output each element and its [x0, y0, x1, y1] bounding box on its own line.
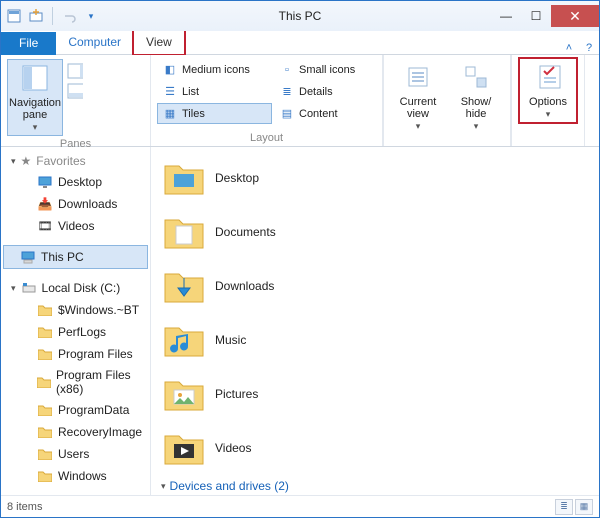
ribbon-view: Navigation pane ▾ Panes ◧Medium icons ▫S… [1, 55, 599, 147]
layout-gallery: ◧Medium icons ▫Small icons ☰List ≣Detail… [157, 59, 376, 124]
show-hide-button[interactable]: Show/ hide▾ [448, 59, 504, 144]
properties-icon[interactable] [5, 7, 23, 25]
layout-group-label: Layout [157, 130, 376, 144]
sidebar-item-programfiles[interactable]: Program Files [1, 343, 150, 365]
options-icon [532, 61, 564, 93]
tile-videos[interactable]: Videos [151, 421, 599, 475]
navigation-pane-icon [19, 62, 51, 94]
layout-content[interactable]: ▤Content [274, 103, 379, 124]
navigation-pane: ▾★ Favorites Desktop 📥Downloads 🎞Videos … [1, 147, 151, 495]
sidebar-item-localdisk[interactable]: ▾Local Disk (C:) [1, 277, 150, 299]
sidebar-item-programfilesx86[interactable]: Program Files (x86) [1, 365, 150, 399]
titlebar: ▾ This PC — ☐ ✕ [1, 1, 599, 31]
maximize-button[interactable]: ☐ [521, 5, 551, 27]
minimize-button[interactable]: — [491, 5, 521, 27]
section-devices-drives[interactable]: ▾Devices and drives (2) [151, 475, 599, 495]
sidebar-item-desktop[interactable]: Desktop [1, 171, 150, 193]
details-pane-button[interactable] [67, 83, 83, 99]
quick-access-toolbar: ▾ [1, 7, 100, 25]
close-button[interactable]: ✕ [551, 5, 599, 27]
sidebar-item-videos-fav[interactable]: 🎞Videos [1, 215, 150, 237]
sidebar-item-windowsbt[interactable]: $Windows.~BT [1, 299, 150, 321]
tile-documents[interactable]: Documents [151, 205, 599, 259]
sidebar-item-favorites[interactable]: ▾★ Favorites [1, 151, 150, 171]
tile-music[interactable]: Music [151, 313, 599, 367]
navigation-pane-button[interactable]: Navigation pane ▾ [7, 59, 63, 136]
ribbon-tabs: File Computer View ˄ ? [1, 31, 599, 55]
current-view-button[interactable]: Current view▾ [390, 59, 446, 144]
tile-desktop[interactable]: Desktop [151, 151, 599, 205]
explorer-window: ▾ This PC — ☐ ✕ File Computer View ˄ ? N… [0, 0, 600, 518]
layout-details[interactable]: ≣Details [274, 81, 379, 102]
status-item-count: 8 items [7, 501, 42, 513]
tile-pictures[interactable]: Pictures [151, 367, 599, 421]
layout-tiles[interactable]: ▦Tiles [157, 103, 272, 124]
layout-medium-icons[interactable]: ◧Medium icons [157, 59, 272, 80]
statusbar-details-view[interactable]: ≣ [555, 499, 573, 515]
content-pane: Desktop Documents Downloads Music Pictur… [151, 147, 599, 495]
sidebar-item-users[interactable]: Users [1, 443, 150, 465]
sidebar-item-recoveryimage[interactable]: RecoveryImage [1, 421, 150, 443]
sort-icon [402, 61, 434, 93]
statusbar-tiles-view[interactable]: ▦ [575, 499, 593, 515]
expand-ribbon-icon[interactable]: ˄ [559, 42, 579, 54]
tab-file[interactable]: File [1, 32, 56, 55]
sidebar-item-windows[interactable]: Windows [1, 465, 150, 487]
panes-group-label: Panes [7, 136, 144, 150]
tile-downloads[interactable]: Downloads [151, 259, 599, 313]
sidebar-item-thispc[interactable]: This PC [3, 245, 148, 269]
sidebar-item-perflogs[interactable]: PerfLogs [1, 321, 150, 343]
tab-computer[interactable]: Computer [56, 31, 133, 54]
status-bar: 8 items ≣ ▦ [1, 495, 599, 517]
qat-dropdown-icon[interactable]: ▾ [82, 7, 100, 25]
new-folder-icon[interactable] [27, 7, 45, 25]
undo-icon[interactable] [60, 7, 78, 25]
sidebar-item-programdata[interactable]: ProgramData [1, 399, 150, 421]
tab-view[interactable]: View [133, 30, 185, 55]
sidebar-item-downloads[interactable]: 📥Downloads [1, 193, 150, 215]
help-icon[interactable]: ? [579, 42, 599, 54]
show-hide-icon [460, 61, 492, 93]
options-button[interactable]: Options ▾ [520, 59, 576, 122]
layout-list[interactable]: ☰List [157, 81, 272, 102]
preview-pane-button[interactable] [67, 63, 83, 79]
layout-small-icons[interactable]: ▫Small icons [274, 59, 379, 80]
